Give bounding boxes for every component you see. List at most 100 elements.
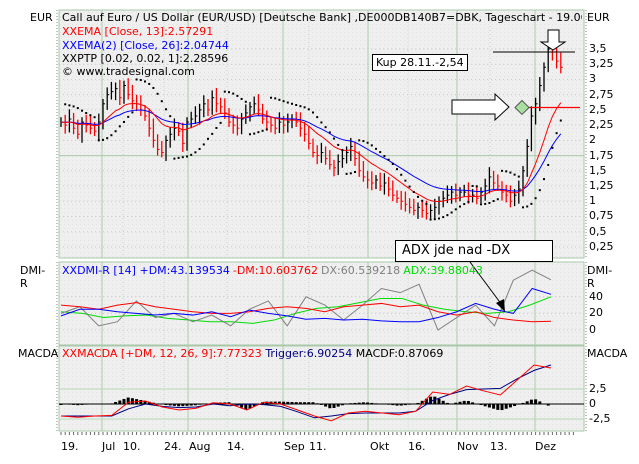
sar-dot	[471, 185, 474, 188]
macdf-histogram-bar	[118, 400, 122, 404]
sar-dot	[202, 143, 205, 146]
sar-dot	[131, 111, 134, 114]
x-tick-label: 24.	[164, 440, 182, 453]
sar-dot	[433, 218, 436, 221]
macdf-histogram-bar	[454, 402, 458, 404]
macdf-histogram-bar	[122, 399, 126, 404]
macdf-histogram-bar	[370, 402, 374, 404]
price-y-tick: 2,5	[589, 102, 607, 116]
sar-dot	[299, 105, 302, 108]
macdf-histogram-bar	[353, 402, 357, 404]
macdf-histogram-bar	[303, 402, 307, 404]
sar-dot	[102, 138, 104, 141]
price-axis-label-right: EUR	[587, 11, 610, 24]
macdf-histogram-bar	[349, 403, 353, 404]
sar-dot	[156, 92, 159, 95]
x-tick-label: Okt	[370, 440, 390, 453]
price-y-tick: 1,5	[589, 163, 607, 177]
macdf-histogram-bar	[492, 404, 496, 409]
x-tick-label: Jul	[102, 440, 116, 453]
x-tick-label: Dez	[535, 440, 557, 453]
x-tick-label: 19.	[61, 440, 79, 453]
sar-dot	[383, 155, 386, 158]
dmi-label-right: DMI-R	[587, 264, 613, 290]
sar-dot	[370, 144, 373, 147]
sar-dot	[93, 116, 96, 119]
macdf-histogram-bar	[361, 402, 365, 404]
sar-dot	[270, 96, 272, 99]
macdf-histogram-bar	[286, 401, 290, 404]
sar-dot	[354, 170, 356, 173]
sar-dot	[303, 106, 306, 109]
macdf-histogram-bar	[294, 402, 298, 404]
sar-dot	[463, 203, 466, 206]
macdf-histogram-bar	[332, 404, 336, 408]
price-y-tick: 0,75	[589, 209, 614, 223]
sar-dot	[312, 111, 314, 114]
sar-dot	[349, 172, 352, 175]
macdf-histogram-bar	[437, 398, 441, 404]
copyright: © www.tradesignal.com	[62, 65, 195, 78]
sar-dot	[530, 202, 533, 205]
sar-dot	[244, 100, 247, 103]
sar-dot	[501, 169, 503, 172]
macdf-histogram-bar	[198, 404, 202, 405]
macdf-histogram-bar	[172, 404, 176, 406]
price-y-tick: 1,25	[589, 179, 614, 193]
dmi-y-tick: 20	[589, 306, 603, 320]
sar-dot	[177, 156, 180, 159]
sar-dot	[261, 129, 264, 132]
price-y-tick: 2	[589, 133, 596, 147]
macdf-histogram-bar	[130, 398, 134, 404]
sar-dot	[517, 175, 520, 178]
sar-dot	[538, 189, 541, 192]
sar-dot	[173, 157, 176, 160]
macdf-histogram-bar	[403, 404, 407, 406]
macdf-histogram-bar	[189, 404, 193, 406]
macdf-histogram-bar	[282, 401, 286, 404]
macdf-histogram-bar	[471, 402, 475, 404]
dmi-y-tick: 0	[589, 323, 596, 336]
sar-dot	[496, 198, 499, 201]
macdf-histogram-bar	[80, 404, 84, 405]
price-y-tick: 3,25	[589, 57, 614, 71]
macdf-histogram-bar	[534, 399, 538, 404]
sar-dot	[97, 139, 100, 142]
sar-dot	[148, 82, 151, 85]
sar-dot	[425, 202, 428, 205]
macdf-histogram-bar	[340, 404, 344, 406]
sar-dot	[85, 112, 88, 115]
macdf-histogram-bar	[315, 403, 319, 404]
macdf-histogram-bar	[109, 403, 113, 404]
sar-dot	[198, 147, 201, 150]
sar-dot	[194, 151, 197, 154]
sar-dot	[236, 94, 239, 97]
macdf-histogram-bar	[244, 404, 248, 410]
ema26-legend: XXEMA(2) [Close, 26]:2.04744	[62, 39, 229, 52]
macdf-histogram-bar	[164, 404, 168, 405]
sar-dot	[286, 101, 289, 104]
sar-dot	[429, 218, 432, 221]
sar-dot	[488, 201, 491, 204]
xx-icon: XX	[62, 52, 78, 65]
sar-dot	[127, 115, 130, 118]
sar-dot	[526, 205, 529, 208]
sar-dot	[316, 116, 319, 119]
macd-label-right: MACDA	[587, 347, 628, 360]
macdf-histogram-bar	[479, 404, 483, 406]
sar-dot	[534, 197, 537, 200]
sar-dot	[438, 217, 440, 220]
dmi-legend: XXDMI-R [14] +DM:43.139534 -DM:10.603762 D…	[62, 264, 483, 277]
x-tick-label: 16.	[408, 440, 426, 453]
macdf-histogram-bar	[114, 402, 118, 404]
sar-dot	[543, 178, 545, 181]
sar-dot	[442, 216, 445, 219]
sar-dot	[375, 147, 377, 150]
macdf-histogram-bar	[487, 404, 491, 408]
sar-dot	[459, 205, 461, 208]
sar-dot	[505, 170, 508, 173]
sar-dot	[81, 109, 83, 112]
sar-dot	[446, 214, 449, 217]
sar-dot	[152, 86, 155, 89]
macdf-histogram-bar	[408, 404, 412, 405]
